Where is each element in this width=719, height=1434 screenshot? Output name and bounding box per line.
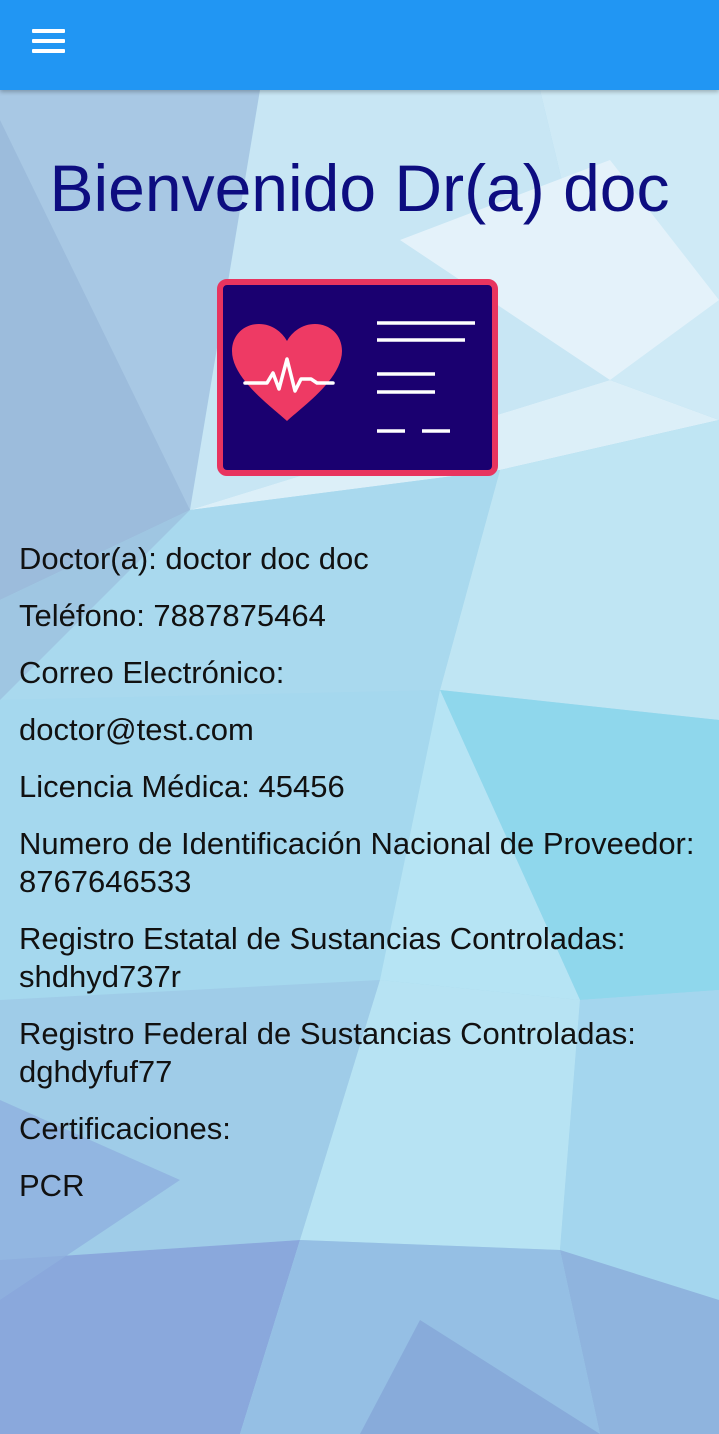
- welcome-title: Bienvenido Dr(a) doc: [49, 151, 670, 225]
- hamburger-line: [32, 39, 65, 43]
- certifications-label: Certificaciones:: [19, 1111, 231, 1146]
- email-label: Correo Electrónico:: [19, 655, 285, 690]
- doctor-name: Doctor(a): doctor doc doc: [19, 541, 369, 576]
- app-bar: [0, 0, 719, 90]
- hamburger-line: [32, 29, 65, 33]
- email-value: doctor@test.com: [19, 712, 254, 747]
- doctor-info: Doctor(a): doctor doc doc Teléfono: 7887…: [19, 540, 709, 1224]
- phone-number: Teléfono: 7887875464: [19, 598, 326, 633]
- federal-controlled-substances-registry: Registro Federal de Sustancias Controlad…: [19, 1016, 636, 1089]
- menu-button[interactable]: [24, 22, 74, 62]
- certification-item: PCR: [19, 1168, 85, 1203]
- medical-card-heart-icon: [217, 279, 498, 476]
- state-controlled-substances-registry: Registro Estatal de Sustancias Controlad…: [19, 921, 626, 994]
- national-provider-id: Numero de Identificación Nacional de Pro…: [19, 826, 695, 899]
- hamburger-line: [32, 49, 65, 53]
- medical-license: Licencia Médica: 45456: [19, 769, 345, 804]
